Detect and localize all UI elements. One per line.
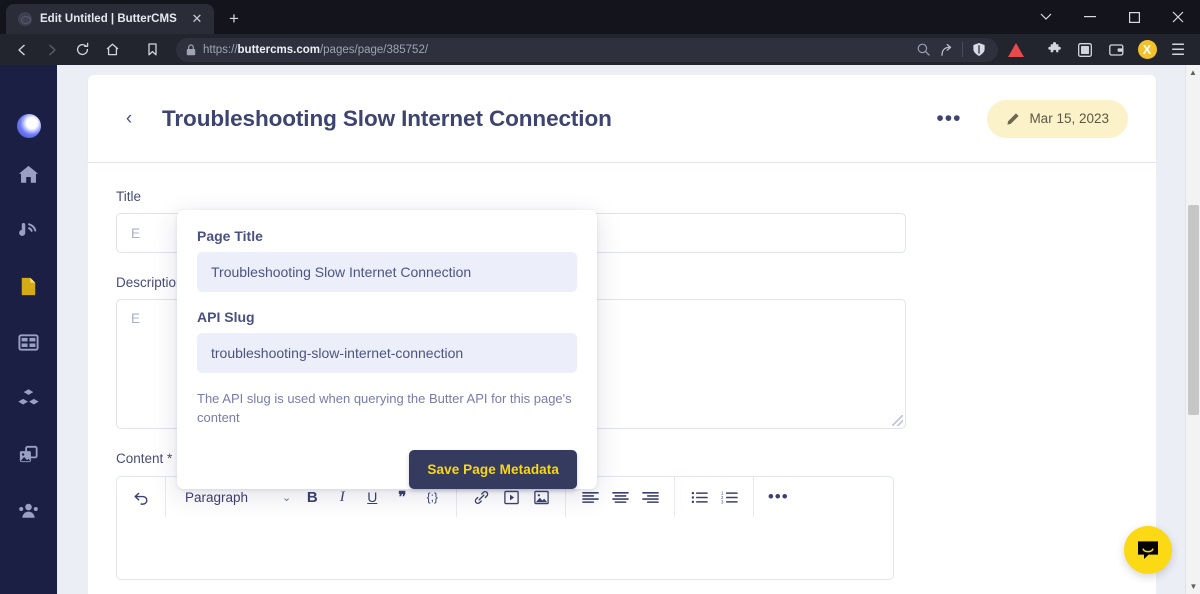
page-viewport: ‹ Troubleshooting Slow Internet Connecti…	[0, 65, 1200, 594]
browser-menu-icon[interactable]: ☰	[1164, 37, 1192, 63]
avatar: X	[1137, 40, 1157, 59]
page-title: Troubleshooting Slow Internet Connection	[162, 105, 612, 131]
intercom-chat-icon	[1138, 541, 1158, 559]
buttercms-logo[interactable]	[16, 114, 41, 138]
tab-title: Edit Untitled | ButterCMS	[40, 13, 177, 25]
page-title-input[interactable]: Troubleshooting Slow Internet Connection	[197, 252, 577, 292]
back-button[interactable]: ‹	[116, 106, 142, 132]
back-icon[interactable]	[8, 37, 36, 63]
profile-avatar[interactable]: X	[1133, 37, 1161, 63]
wallet-icon[interactable]	[1102, 37, 1130, 63]
api-slug-help-text: The API slug is used when querying the B…	[197, 391, 572, 425]
toolbar-more-button[interactable]: •••	[763, 482, 793, 512]
scroll-down-arrow[interactable]: ▼	[1186, 579, 1200, 594]
browser-tab[interactable]: Edit Untitled | ButterCMS ✕	[6, 4, 214, 34]
lock-icon	[186, 43, 196, 55]
api-slug-input[interactable]: troubleshooting-slow-internet-connection	[197, 333, 577, 373]
publish-date-label: Mar 15, 2023	[1029, 111, 1109, 126]
window-controls	[1024, 0, 1200, 34]
navigation-bar: https://buttercms.com/pages/page/385752/	[0, 34, 1200, 65]
resize-grip-icon[interactable]	[892, 415, 903, 426]
close-window-icon[interactable]	[1156, 0, 1200, 34]
address-bar[interactable]: https://buttercms.com/pages/page/385752/	[176, 37, 998, 62]
sidebar-item-home[interactable]	[9, 154, 49, 194]
main-content: ‹ Troubleshooting Slow Internet Connecti…	[57, 65, 1200, 594]
address-bar-actions	[917, 42, 988, 57]
numbered-list-icon[interactable]: 123	[714, 482, 744, 512]
editor-content-area[interactable]	[117, 517, 893, 579]
save-page-metadata-button[interactable]: Save Page Metadata	[409, 449, 577, 489]
people-team-icon	[19, 503, 38, 518]
sidebar-item-components[interactable]	[9, 378, 49, 418]
publish-date-badge[interactable]: Mar 15, 2023	[987, 99, 1128, 138]
brave-shield-icon[interactable]	[972, 42, 986, 57]
app-sidebar	[0, 65, 57, 594]
brave-lion-button[interactable]	[1000, 42, 1026, 57]
home-icon[interactable]	[98, 37, 126, 63]
search-icon[interactable]	[917, 43, 930, 56]
browser-toolbar-right: X ☰	[1028, 37, 1192, 63]
close-icon[interactable]: ✕	[188, 10, 206, 28]
toolbar-group-lists: 123	[675, 477, 755, 517]
page-metadata-modal: Page Title Troubleshooting Slow Internet…	[177, 210, 597, 489]
chevron-down-icon: ⌄	[282, 491, 292, 504]
minimize-icon[interactable]	[1068, 0, 1112, 34]
rich-text-editor: Paragraph ⌄ B I U ❞ {;} 1 2 3 •••	[116, 476, 894, 580]
sidebar-item-team[interactable]	[9, 490, 49, 530]
sidebar-item-media[interactable]	[9, 434, 49, 474]
toolbar-group-more: •••	[754, 477, 802, 517]
blocks-cubes-icon	[18, 388, 39, 404]
table-grid-icon	[18, 333, 39, 351]
header-actions: ••• Mar 15, 2023	[936, 99, 1128, 138]
new-tab-button[interactable]: +	[220, 5, 248, 33]
tab-search-icon[interactable]	[1024, 0, 1068, 34]
description-placeholder: E	[131, 311, 141, 326]
toolbar-group-history	[117, 477, 166, 517]
maximize-icon[interactable]	[1112, 0, 1156, 34]
sidebar-item-blog[interactable]	[9, 210, 49, 250]
pencil-icon	[1007, 112, 1020, 125]
brave-lion-icon	[1008, 42, 1024, 57]
modal-actions: Save Page Metadata	[197, 449, 577, 489]
forward-icon[interactable]	[38, 37, 66, 63]
tab-strip: Edit Untitled | ButterCMS ✕ +	[0, 0, 1200, 34]
home-icon	[18, 165, 39, 183]
sidebar-item-pages[interactable]	[9, 266, 49, 306]
more-options-button[interactable]: •••	[936, 108, 961, 129]
sidebar-panel-icon[interactable]	[1071, 37, 1099, 63]
bullet-list-icon[interactable]	[684, 482, 714, 512]
reload-icon[interactable]	[68, 37, 96, 63]
url-text: https://buttercms.com/pages/page/385752/	[203, 43, 429, 56]
align-right-icon[interactable]	[635, 482, 665, 512]
title-label: Title	[116, 189, 142, 204]
page-title-label: Page Title	[197, 228, 263, 244]
page-scrollbar[interactable]: ▲ ▼	[1185, 65, 1200, 594]
intercom-launcher[interactable]	[1124, 526, 1172, 574]
bookmark-icon[interactable]	[138, 37, 166, 63]
scroll-up-arrow[interactable]: ▲	[1186, 65, 1200, 80]
page-header-card: ‹ Troubleshooting Slow Internet Connecti…	[88, 75, 1156, 162]
page-document-icon	[21, 277, 36, 295]
divider	[962, 42, 963, 57]
block-format-value: Paragraph	[185, 489, 249, 505]
blog-rss-icon	[19, 222, 37, 236]
scrollbar-thumb[interactable]	[1188, 205, 1199, 415]
sidebar-item-collections[interactable]	[9, 322, 49, 362]
api-slug-label: API Slug	[197, 309, 255, 325]
favicon-icon	[18, 12, 32, 26]
align-center-icon[interactable]	[605, 482, 635, 512]
undo-icon[interactable]	[126, 482, 156, 512]
media-images-icon	[19, 445, 38, 462]
browser-window: Edit Untitled | ButterCMS ✕ + https://bu…	[0, 0, 1200, 594]
title-placeholder: E	[131, 225, 141, 241]
puzzle-icon[interactable]	[1040, 37, 1068, 63]
share-icon[interactable]	[939, 43, 953, 57]
svg-text:3: 3	[721, 499, 724, 504]
